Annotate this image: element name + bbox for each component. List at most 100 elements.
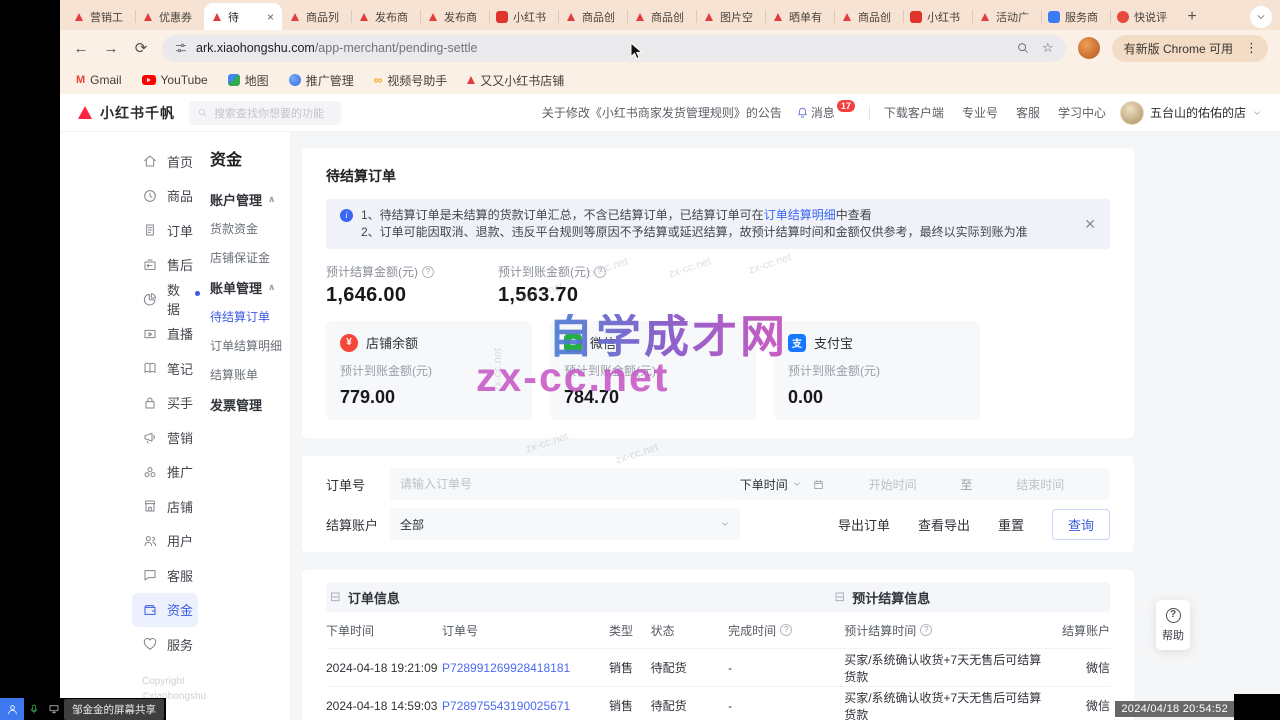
- sidebar-item-funds[interactable]: 资金: [132, 593, 198, 628]
- tab[interactable]: 服务商: [1041, 3, 1110, 30]
- tab[interactable]: 商品创: [834, 3, 903, 30]
- help-button[interactable]: ? 帮助: [1156, 600, 1190, 650]
- start-time-input[interactable]: 开始时间: [835, 476, 951, 493]
- menu-item-settle-bill[interactable]: 结算账单: [210, 360, 290, 389]
- menu-kebab-icon[interactable]: ⋮: [1239, 40, 1264, 56]
- app-search-input[interactable]: 搜索查找你想要的功能: [189, 101, 341, 125]
- sidebar-item-services[interactable]: 服务: [142, 627, 200, 662]
- sidebar-item-goods[interactable]: 商品: [142, 179, 200, 214]
- wechat-icon: [564, 334, 582, 352]
- tab[interactable]: 小红书: [489, 3, 558, 30]
- sidebar-item-shop[interactable]: 店铺: [142, 489, 200, 524]
- tab[interactable]: 营销工: [66, 3, 135, 30]
- announcement-link[interactable]: 关于修改《小红书商家发货管理规则》的公告: [542, 104, 782, 121]
- menu-section-account-mgmt[interactable]: 账户管理∧: [210, 184, 290, 214]
- time-type-select[interactable]: 下单时间: [740, 476, 802, 493]
- help-tooltip-icon[interactable]: ?: [920, 624, 932, 636]
- bookmark-promotion[interactable]: 推广管理: [289, 72, 354, 89]
- sidebar-item-marketing[interactable]: 营销: [142, 420, 200, 455]
- tab[interactable]: 商品列: [282, 3, 351, 30]
- sidebar-item-live[interactable]: 直播: [142, 317, 200, 352]
- tab-close-icon[interactable]: ×: [266, 10, 275, 24]
- app-logo[interactable]: 小红书千帆: [78, 103, 175, 123]
- ark-favicon-icon: [979, 11, 991, 23]
- menu-item-shop-deposit[interactable]: 店铺保证金: [210, 243, 290, 272]
- account-card-alipay: 支支付宝 预计到账金额(元) 0.00: [774, 321, 980, 420]
- messages-button[interactable]: 消息 17: [796, 104, 855, 121]
- bookmark-maps[interactable]: 地图: [228, 72, 269, 89]
- timestamp-overlay: 2024/04/18 20:54:52: [1115, 701, 1234, 717]
- nav-customer-service[interactable]: 客服: [1016, 104, 1040, 121]
- search-icon[interactable]: [1016, 41, 1030, 55]
- time-range-field[interactable]: 下单时间 开始时间 至 结束时间: [728, 468, 1110, 500]
- help-tooltip-icon[interactable]: ?: [594, 266, 606, 278]
- collapse-icon[interactable]: ⊟: [330, 589, 341, 605]
- end-time-input[interactable]: 结束时间: [982, 476, 1098, 493]
- chrome-profile-avatar[interactable]: [1078, 37, 1100, 59]
- sidebar-item-users[interactable]: 用户: [142, 524, 200, 559]
- bookmark-star-icon[interactable]: ☆: [1042, 40, 1054, 56]
- menu-item-pending-settle[interactable]: 待结算订单: [210, 302, 290, 331]
- sidebar-item-aftersale[interactable]: 售后: [142, 248, 200, 283]
- funds-icon: [142, 602, 158, 618]
- menu-item-settle-detail[interactable]: 订单结算明细: [210, 331, 290, 360]
- site-settings-icon[interactable]: [174, 41, 188, 55]
- tab[interactable]: 小红书: [903, 3, 972, 30]
- tab-active[interactable]: 待×: [204, 3, 282, 30]
- sidebar-item-buyer[interactable]: 买手: [142, 386, 200, 421]
- tab[interactable]: 商品创: [558, 3, 627, 30]
- address-bar[interactable]: ark.xiaohongshu.com/app-merchant/pending…: [162, 35, 1066, 62]
- sidebar-item-service[interactable]: 客服: [142, 558, 200, 593]
- tab[interactable]: 晒单有: [765, 3, 834, 30]
- forward-icon[interactable]: →: [102, 40, 120, 57]
- view-export-button[interactable]: 查看导出: [918, 515, 970, 534]
- store-switcher[interactable]: 五台山的佑佑的店: [1120, 101, 1262, 125]
- collapse-icon[interactable]: ⊟: [834, 589, 845, 605]
- export-orders-button[interactable]: 导出订单: [838, 515, 890, 534]
- tab[interactable]: 快说评: [1110, 3, 1179, 30]
- sidebar-item-data[interactable]: 数据: [142, 282, 200, 317]
- sidebar-item-home[interactable]: 首页: [142, 144, 200, 179]
- nav-download-client[interactable]: 下载客户端: [884, 104, 944, 121]
- tab[interactable]: 图片空: [696, 3, 765, 30]
- order-no-link[interactable]: P728975543190025671: [442, 699, 570, 713]
- tab-search-icon[interactable]: [1250, 6, 1272, 28]
- nav-professional-account[interactable]: 专业号: [962, 104, 998, 121]
- tab[interactable]: 商品创: [627, 3, 696, 30]
- sidebar-item-orders[interactable]: 订单: [142, 213, 200, 248]
- help-tooltip-icon[interactable]: ?: [780, 624, 792, 636]
- tab[interactable]: 发布商: [351, 3, 420, 30]
- tab[interactable]: 优惠券: [135, 3, 204, 30]
- settle-detail-link[interactable]: 订单结算明细: [764, 208, 836, 222]
- help-tooltip-icon[interactable]: ?: [422, 266, 434, 278]
- reset-button[interactable]: 重置: [998, 515, 1024, 534]
- order-no-link[interactable]: P728991269928418181: [442, 661, 570, 675]
- banner-close-icon[interactable]: ✕: [1072, 216, 1096, 233]
- back-icon[interactable]: ←: [72, 40, 90, 57]
- bookmark-xhs-shop[interactable]: 又又小红书店铺: [467, 72, 564, 89]
- ark-favicon-icon: [211, 11, 223, 23]
- ark-favicon-icon: [289, 11, 301, 23]
- order-no-input[interactable]: [390, 468, 728, 500]
- new-tab-button[interactable]: +: [1179, 4, 1205, 30]
- query-button[interactable]: 查询: [1052, 509, 1110, 540]
- bookmark-channels-helper[interactable]: ∞视频号助手: [374, 72, 448, 89]
- collapse-caret-icon: ∧: [268, 194, 275, 205]
- reload-icon[interactable]: ⟳: [132, 39, 150, 57]
- bookmark-youtube[interactable]: YouTube: [142, 73, 208, 87]
- tab[interactable]: 活动广: [972, 3, 1041, 30]
- table-group-header: ⊟订单信息 ⊟预计结算信息: [326, 582, 1110, 612]
- menu-section-bill-mgmt[interactable]: 账单管理∧: [210, 272, 290, 302]
- settle-account-select[interactable]: 全部: [390, 508, 740, 540]
- ark-favicon-icon: [634, 11, 646, 23]
- funds-submenu: 资金 账户管理∧ 货款资金 店铺保证金 账单管理∧ 待结算订单 订单结算明细 结…: [200, 132, 290, 720]
- sidebar-item-promotion[interactable]: 推广: [142, 455, 200, 490]
- menu-item-loan-funds[interactable]: 货款资金: [210, 214, 290, 243]
- banner-line-2: 2、订单可能因取消、退款、违反平台规则等原因不予结算或延迟结算，故预计结算时间和…: [361, 224, 1028, 241]
- bookmark-gmail[interactable]: MGmail: [76, 73, 122, 87]
- sidebar-item-notes[interactable]: 笔记: [142, 351, 200, 386]
- tab[interactable]: 发布商: [420, 3, 489, 30]
- nav-learning-center[interactable]: 学习中心: [1058, 104, 1106, 121]
- menu-section-invoice-mgmt[interactable]: 发票管理: [210, 389, 290, 419]
- chrome-update-button[interactable]: 有新版 Chrome 可用 ⋮: [1112, 35, 1268, 62]
